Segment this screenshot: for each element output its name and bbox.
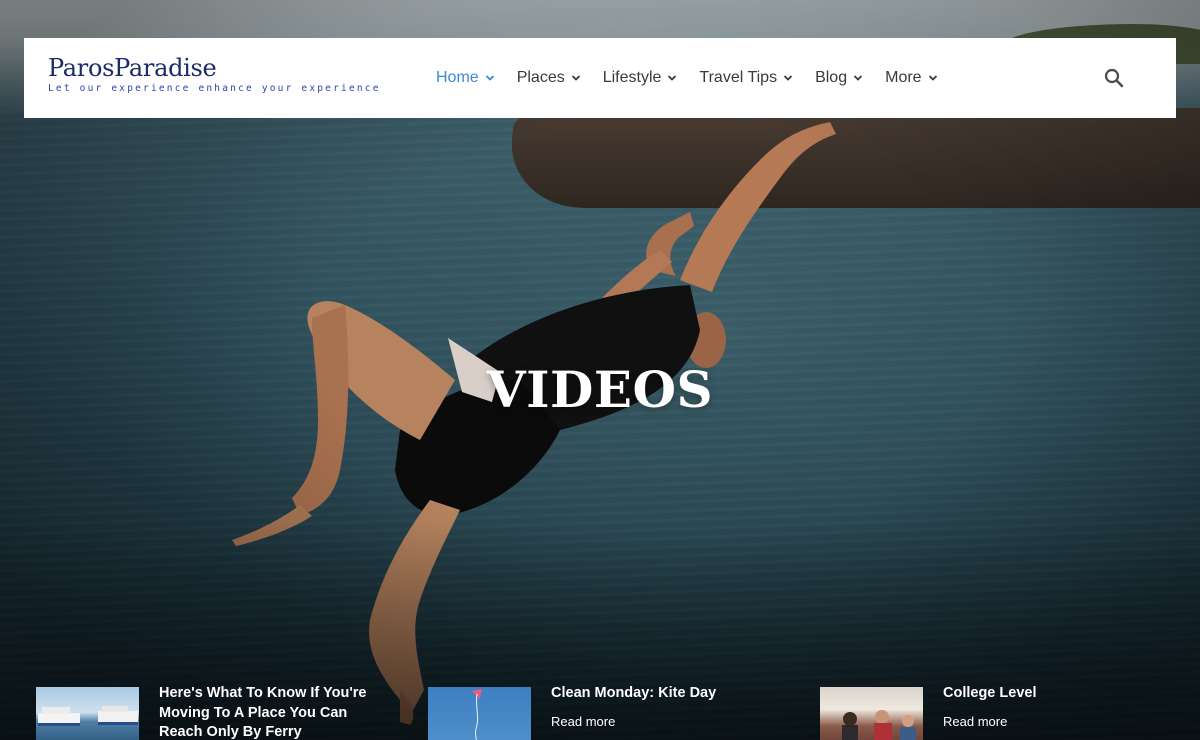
post-list: Here's What To Know If You're Moving To …: [0, 684, 1200, 740]
site-header: ParosParadise Let our experience enhance…: [24, 38, 1176, 118]
post-info: College Level Read more: [943, 684, 1163, 740]
nav-item-more[interactable]: More: [875, 38, 947, 118]
main-nav: Home Places Lifestyle Travel Tips Blog M…: [426, 38, 950, 118]
site-title: ParosParadise: [48, 54, 217, 82]
nav-item-label: Travel Tips: [699, 69, 778, 86]
post-info: Here's What To Know If You're Moving To …: [159, 684, 379, 740]
search-button[interactable]: [1102, 66, 1126, 90]
kite-image: [472, 689, 482, 740]
site-logo[interactable]: ParosParadise Let our experience enhance…: [48, 54, 381, 94]
post-thumbnail[interactable]: [428, 687, 531, 740]
chevron-down-icon: [853, 73, 863, 83]
nav-item-travel-tips[interactable]: Travel Tips: [689, 38, 803, 118]
read-more-link[interactable]: Read more: [551, 714, 615, 729]
chevron-down-icon: [571, 73, 581, 83]
post-card: College Level Read more: [820, 684, 1163, 740]
nav-item-label: Places: [516, 69, 565, 86]
nav-item-home[interactable]: Home: [426, 38, 505, 118]
page-title: VIDEOS: [486, 360, 714, 419]
college-image: [842, 710, 916, 740]
post-info: Clean Monday: Kite Day Read more: [551, 684, 771, 740]
site-tagline: Let our experience enhance your experien…: [48, 83, 381, 94]
chevron-down-icon: [928, 73, 938, 83]
nav-item-blog[interactable]: Blog: [805, 38, 873, 118]
chevron-down-icon: [667, 73, 677, 83]
ferry-image: [38, 706, 138, 726]
post-thumbnail[interactable]: [820, 687, 923, 740]
post-card: Clean Monday: Kite Day Read more: [428, 684, 771, 740]
nav-item-lifestyle[interactable]: Lifestyle: [593, 38, 688, 118]
post-title[interactable]: College Level: [943, 684, 1163, 704]
post-card: Here's What To Know If You're Moving To …: [36, 684, 379, 740]
nav-item-label: Home: [436, 69, 479, 86]
nav-item-label: Lifestyle: [602, 69, 662, 86]
nav-item-places[interactable]: Places: [507, 38, 591, 118]
search-icon: [1104, 68, 1124, 88]
post-title[interactable]: Here's What To Know If You're Moving To …: [159, 684, 379, 740]
nav-item-label: Blog: [815, 69, 848, 86]
read-more-link[interactable]: Read more: [943, 714, 1007, 729]
nav-item-label: More: [885, 69, 922, 86]
chevron-down-icon: [485, 73, 495, 83]
post-title[interactable]: Clean Monday: Kite Day: [551, 684, 771, 704]
post-thumbnail[interactable]: [36, 687, 139, 740]
chevron-down-icon: [783, 73, 793, 83]
